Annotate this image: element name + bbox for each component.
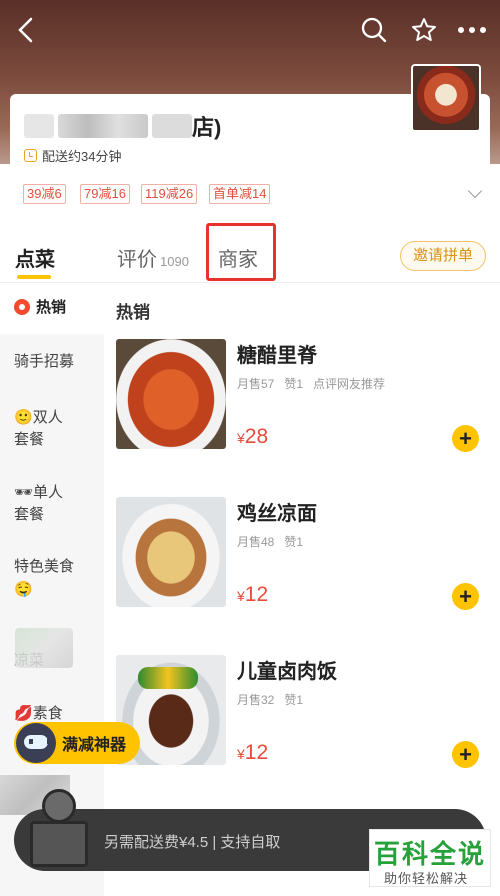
- sidebar-item-label: 单人: [33, 484, 64, 501]
- dish-price: ¥28: [237, 425, 268, 449]
- price-value: 12: [244, 583, 269, 606]
- sidebar-item-label: 素食: [32, 705, 63, 722]
- drool-emoji-icon: 🤤: [14, 580, 33, 598]
- promo-tag: 首单减14: [209, 184, 271, 204]
- sidebar-item-label: 骑手招募: [14, 353, 75, 370]
- favorite-star-icon[interactable]: [408, 14, 440, 46]
- garnish: [138, 667, 198, 689]
- dish-name: 鸡丝凉面: [237, 503, 317, 525]
- sidebar-item-label-line2: 套餐: [14, 506, 45, 523]
- price-value: 12: [244, 741, 269, 764]
- cart-icon-body: [30, 821, 88, 867]
- cart-delivery-fee-text: 另需配送费¥4.5 | 支持自取: [104, 834, 281, 851]
- cart-icon-head: [42, 789, 76, 823]
- tab-reviews[interactable]: 评价 1090: [117, 243, 189, 272]
- promo-tag: 79减16: [80, 184, 130, 204]
- more-options-icon[interactable]: [456, 14, 488, 46]
- sidebar-item-single-set[interactable]: 🕶单人 套餐: [0, 481, 104, 526]
- active-tab-indicator: [17, 275, 51, 279]
- dish-image[interactable]: [116, 497, 226, 607]
- store-thumbnail-image[interactable]: [411, 64, 481, 132]
- blurred-store-name: [152, 114, 192, 138]
- merchant-tab-highlight-box: [206, 223, 276, 281]
- discount-tool-label: 满减神器: [62, 737, 127, 754]
- promo-tag: 39减6: [23, 184, 66, 204]
- add-to-cart-button[interactable]: +: [452, 741, 479, 768]
- plus-icon: +: [459, 583, 472, 609]
- promo-tags-row[interactable]: 39减6 79减16 119减26 首单减14: [0, 164, 500, 214]
- watermark-logo: 百科全说 助你轻松解决: [369, 829, 491, 887]
- invite-group-order-button[interactable]: 邀请拼单: [400, 241, 486, 271]
- watermark-subtitle: 助你轻松解决: [384, 871, 469, 886]
- dish-name: 糖醋里脊: [237, 345, 317, 367]
- reviews-count: 1090: [160, 254, 189, 269]
- plus-icon: +: [459, 741, 472, 767]
- cart-icon[interactable]: [22, 781, 96, 873]
- dish-sold: 月售57: [237, 377, 275, 391]
- dish-meta: 月售48 赞1: [237, 533, 313, 550]
- search-icon[interactable]: [358, 14, 390, 46]
- dish-item[interactable]: 鸡丝凉面 月售48 赞1 ¥12 +: [116, 497, 500, 610]
- tab-reviews-label: 评价: [117, 249, 157, 271]
- store-name-suffix: 店): [192, 115, 222, 140]
- smile-emoji-icon: 🙂: [14, 408, 33, 426]
- top-navigation-bar: [0, 0, 500, 60]
- dish-item[interactable]: 儿童卤肉饭 月售32 赞1 ¥12 +: [116, 655, 500, 768]
- promo-tag: 119减26: [141, 184, 198, 204]
- dish-likes: 赞1: [284, 535, 304, 549]
- currency-symbol: ¥: [237, 430, 245, 446]
- sidebar-item-label: 特色美食: [14, 558, 75, 575]
- lips-emoji-icon: 💋: [14, 704, 33, 722]
- blurred-overlay: [15, 628, 73, 668]
- dish-image[interactable]: [116, 339, 226, 449]
- delivery-time-text: 配送约34分钟: [42, 149, 122, 164]
- sidebar-item-label-line2: 套餐: [14, 431, 45, 448]
- sunglasses-emoji-icon: 🕶: [14, 483, 34, 501]
- sidebar-item-hot[interactable]: 热销: [0, 284, 104, 334]
- dish-meta: 月售57 赞1 点评网友推荐: [237, 375, 395, 392]
- dish-price: ¥12: [237, 583, 268, 607]
- dish-likes: 赞1: [284, 377, 304, 391]
- dish-price: ¥12: [237, 741, 268, 765]
- tab-order[interactable]: 点菜: [15, 243, 55, 272]
- sidebar-item-label: 热销: [36, 299, 67, 316]
- section-title: 热销: [116, 303, 150, 322]
- blurred-store-name: [24, 114, 54, 138]
- dish-name: 儿童卤肉饭: [237, 661, 337, 683]
- delivery-time: 配送约34分钟: [24, 146, 121, 165]
- add-to-cart-button[interactable]: +: [452, 425, 479, 452]
- price-value: 28: [244, 425, 269, 448]
- chevron-down-icon[interactable]: [467, 183, 483, 199]
- sidebar-item-label: 双人: [32, 409, 63, 426]
- robot-icon: [16, 723, 56, 763]
- dish-likes: 赞1: [284, 693, 304, 707]
- dish-sold: 月售48: [237, 535, 275, 549]
- add-to-cart-button[interactable]: +: [452, 583, 479, 610]
- sidebar-item-rider-recruit[interactable]: 骑手招募: [0, 351, 104, 373]
- back-icon[interactable]: [10, 14, 42, 46]
- dish-tag: 点评网友推荐: [313, 377, 386, 391]
- store-name: 店): [24, 110, 221, 142]
- dish-meta: 月售32 赞1: [237, 691, 313, 708]
- hot-icon: [14, 299, 30, 315]
- dish-item[interactable]: 糖醋里脊 月售57 赞1 点评网友推荐 ¥28 +: [116, 339, 500, 452]
- sidebar-item-double-set[interactable]: 🙂双人 套餐: [0, 406, 104, 451]
- plus-icon: +: [459, 425, 472, 451]
- currency-symbol: ¥: [237, 746, 245, 762]
- sidebar-item-specialty[interactable]: 特色美食 🤤: [0, 556, 104, 601]
- clock-icon: [24, 149, 37, 162]
- discount-tool-button[interactable]: 满减神器: [14, 722, 140, 764]
- dish-sold: 月售32: [237, 693, 275, 707]
- currency-symbol: ¥: [237, 588, 245, 604]
- watermark-title: 百科全说: [374, 839, 487, 869]
- blurred-store-name: [58, 114, 148, 138]
